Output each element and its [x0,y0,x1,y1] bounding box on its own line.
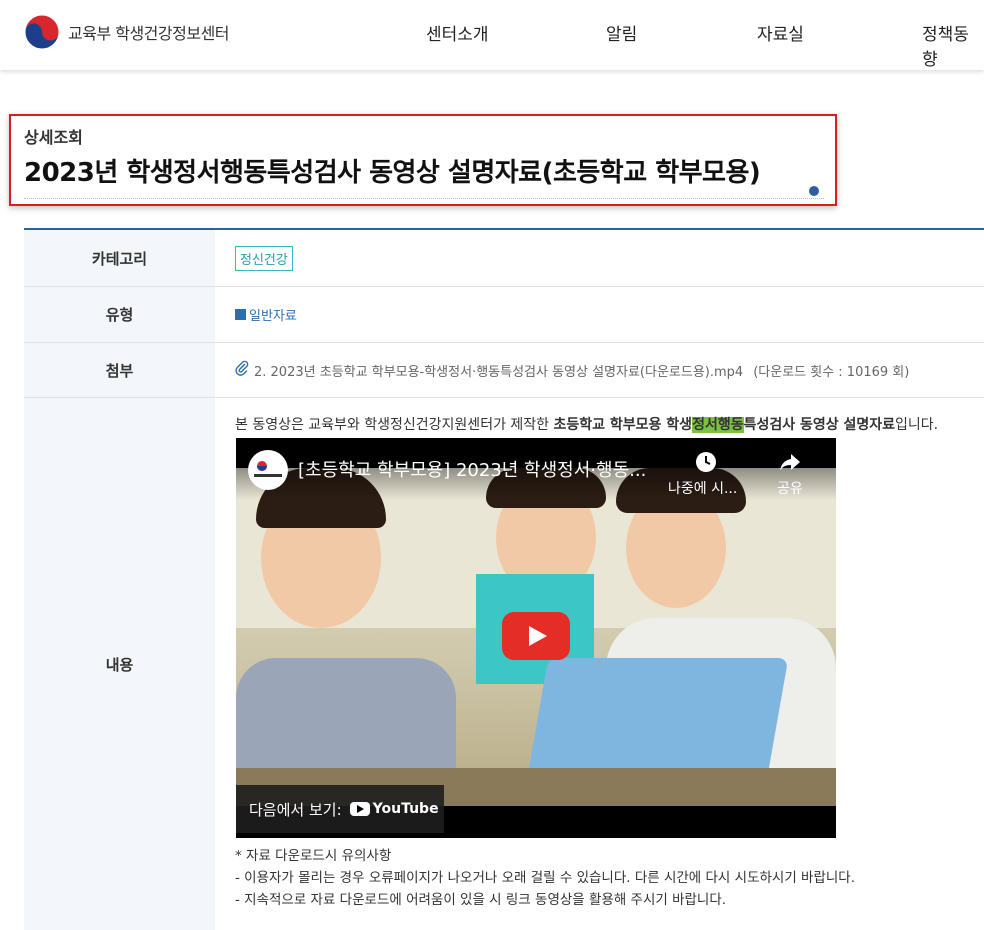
desc-text: 입니다. [895,417,939,433]
site-header: 교육부 학생건강정보센터 센터소개 알림 자료실 정책동향 [0,0,984,70]
attach-label: 첨부 [24,343,215,397]
video-title[interactable]: [초등학교 학부모용] 2023년 학생정서·행동... [298,456,646,482]
channel-avatar[interactable] [248,450,288,490]
category-tag[interactable]: 정신건강 [235,246,293,271]
nav-item-library[interactable]: 자료실 [757,20,804,45]
watch-on-label: 다음에서 보기: [249,800,342,819]
attachment: 2. 2023년 초등학교 학부모용-학생정서·행동특성검사 동영상 설명자료(… [235,360,909,380]
category-label: 카테고리 [24,230,215,286]
share-icon[interactable] [779,452,801,476]
youtube-wordmark: YouTube [372,801,439,817]
attachment-link[interactable]: 2. 2023년 초등학교 학부모용-학생정서·행동특성검사 동영상 설명자료(… [254,361,743,380]
desc-bold: 초등학교 학부모용 학생 [553,417,693,433]
taegeuk-logo-icon [24,14,60,50]
nav-item-notice[interactable]: 알림 [606,20,637,45]
download-notes: * 자료 다운로드시 유의사항 - 이용자가 몰리는 경우 오류페이지가 나오거… [235,845,855,911]
youtube-play-icon [349,802,370,816]
note-line: - 지속적으로 자료 다운로드에 어려움이 있을 시 링크 동영상을 활용해 주… [235,892,727,908]
page-title: 2023년 학생정서행동특성검사 동영상 설명자료(초등학교 학부모용) [24,158,761,188]
download-count: (다운로드 횟수 : 10169 회) [753,364,910,380]
logo-text: 교육부 학생건강정보센터 [68,24,230,43]
desc-text: 본 동영상은 교육부와 학생정신건강지원센터가 제작한 [235,417,554,433]
youtube-player[interactable]: [초등학교 학부모용] 2023년 학생정서·행동... 나중에 시... 공유… [236,438,836,838]
type-value: 일반자료 [235,305,297,324]
watch-later-label[interactable]: 나중에 시... [668,478,737,498]
nav-item-about[interactable]: 센터소개 [426,20,489,45]
content-description: 본 동영상은 교육부와 학생정신건강지원센터가 제작한 초등학교 학부모용 학생… [235,414,938,434]
youtube-logo: YouTube [349,801,439,817]
clock-icon[interactable] [696,452,716,472]
document-icon [235,309,246,320]
note-line: * 자료 다운로드시 유의사항 [235,848,392,864]
desc-bold: 특성검사 동영상 설명자료 [743,417,896,433]
play-button[interactable] [502,612,570,660]
breadcrumb: 상세조회 [24,128,83,147]
desc-highlight: 정서행동 [692,417,744,433]
title-divider [24,198,824,199]
note-line: - 이용자가 몰리는 경우 오류페이지가 나오거나 오래 걸릴 수 있습니다. … [235,870,856,886]
nav-item-policy[interactable]: 정책동향 [922,20,984,70]
content-label: 내용 [24,398,215,930]
paperclip-icon [235,360,249,380]
site-logo[interactable]: 교육부 학생건강정보센터 [24,14,230,50]
watch-on-youtube[interactable]: 다음에서 보기: YouTube [236,785,444,833]
dot-icon [809,186,819,196]
type-text: 일반자료 [249,309,297,324]
type-label: 유형 [24,287,215,342]
share-label[interactable]: 공유 [777,478,803,498]
